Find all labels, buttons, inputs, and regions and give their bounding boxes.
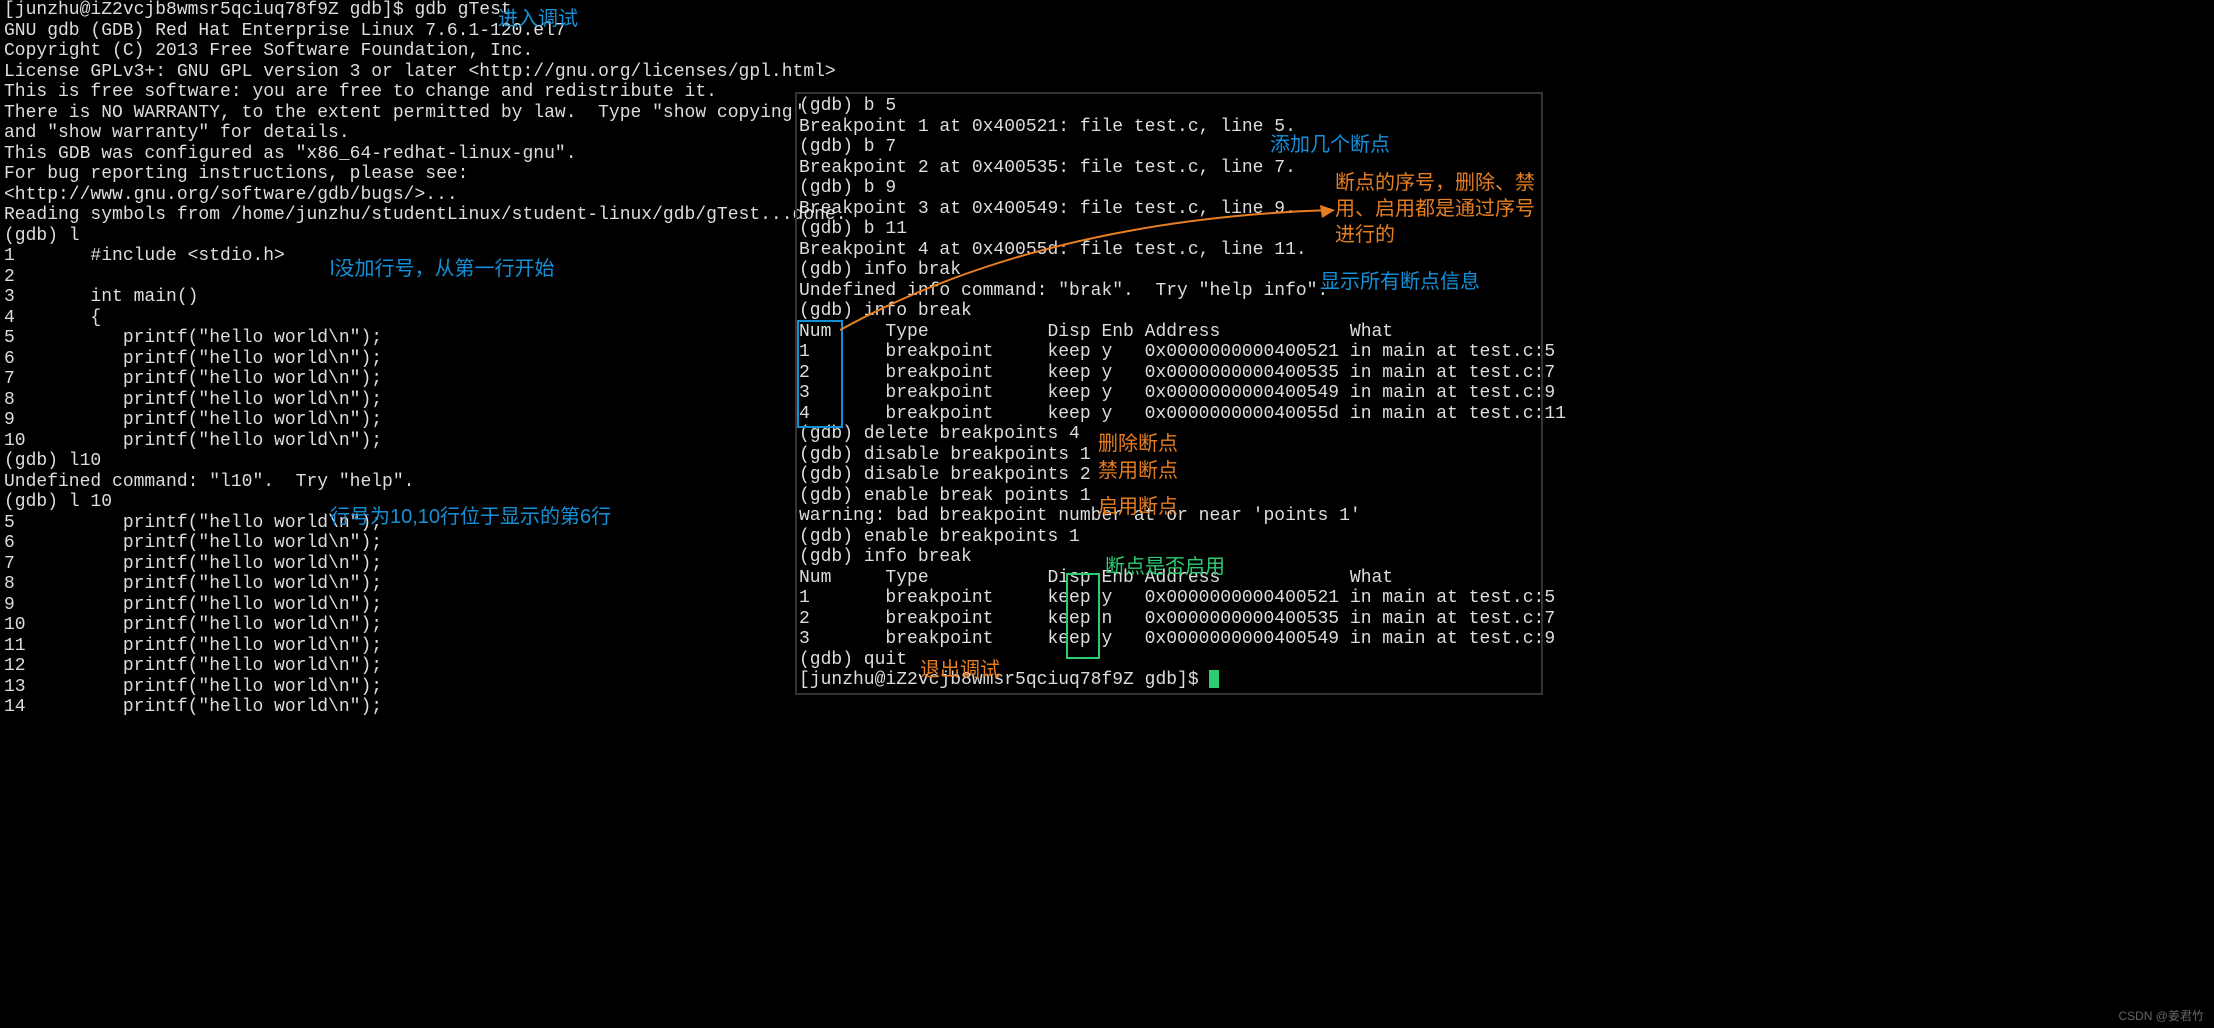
annotation-enter-debug: 进入调试 — [498, 2, 578, 31]
bp-table-row: 3 breakpoint keep y 0x0000000000400549 i… — [799, 629, 1555, 649]
gdb-cmd-info-break: (gdb) info break — [799, 301, 972, 321]
annotation-show-all-bp: 显示所有断点信息 — [1320, 265, 1480, 294]
bp-set-msg: Breakpoint 3 at 0x400549: file test.c, l… — [799, 199, 1296, 219]
gdb-header: and "show warranty" for details. — [4, 123, 350, 143]
source-line: 14 printf("hello world\n"); — [4, 697, 382, 717]
bp-table-header: Num Type Disp Enb Address What — [799, 322, 1393, 342]
bp-table-row: 1 breakpoint keep y 0x0000000000400521 i… — [799, 342, 1555, 362]
annotation-add-bp: 添加几个断点 — [1270, 128, 1390, 157]
source-line: 7 printf("hello world\n"); — [4, 554, 382, 574]
source-line: 4 { — [4, 308, 101, 328]
annotation-en-bp: 启用断点 — [1098, 490, 1178, 519]
gdb-cmd-b7: (gdb) b 7 — [799, 137, 896, 157]
gdb-cmd-l10: (gdb) l 10 — [4, 492, 112, 512]
gdb-warning: warning: bad breakpoint number at or nea… — [799, 506, 1361, 526]
gdb-header: Reading symbols from /home/junzhu/studen… — [4, 205, 847, 225]
annotation-del-bp: 删除断点 — [1098, 427, 1178, 456]
gdb-header: This is free software: you are free to c… — [4, 82, 717, 102]
source-line: 9 printf("hello world\n"); — [4, 410, 382, 430]
source-line: 12 printf("hello world\n"); — [4, 656, 382, 676]
source-line: 6 printf("hello world\n"); — [4, 349, 382, 369]
terminal-left[interactable]: [junzhu@iZ2vcjb8wmsr5qciuq78f9Z gdb]$ gd… — [4, 0, 794, 718]
source-line: 6 printf("hello world\n"); — [4, 533, 382, 553]
source-line: 7 printf("hello world\n"); — [4, 369, 382, 389]
gdb-cmd-delete: (gdb) delete breakpoints 4 — [799, 424, 1080, 444]
source-line: 10 printf("hello world\n"); — [4, 431, 382, 451]
source-line: 5 printf("hello world\n"); — [4, 513, 382, 533]
gdb-header: There is NO WARRANTY, to the extent perm… — [4, 103, 803, 123]
annotation-is-enabled: 断点是否启用 — [1105, 550, 1225, 579]
undef-info: Undefined info command: "brak". Try "hel… — [799, 281, 1328, 301]
gdb-header: GNU gdb (GDB) Red Hat Enterprise Linux 7… — [4, 21, 566, 41]
gdb-header: This GDB was configured as "x86_64-redha… — [4, 144, 577, 164]
source-line: 2 — [4, 267, 15, 287]
shell-prompt: [junzhu@iZ2vcjb8wmsr5qciuq78f9Z gdb]$ gd… — [4, 0, 512, 20]
source-line: 5 printf("hello world\n"); — [4, 328, 382, 348]
gdb-cmd-info-brak: (gdb) info brak — [799, 260, 961, 280]
gdb-header: For bug reporting instructions, please s… — [4, 164, 468, 184]
bp-set-msg: Breakpoint 2 at 0x400535: file test.c, l… — [799, 158, 1296, 178]
gdb-cmd-b9: (gdb) b 9 — [799, 178, 896, 198]
gdb-cmd-disable: (gdb) disable breakpoints 1 — [799, 445, 1091, 465]
bp-set-msg: Breakpoint 1 at 0x400521: file test.c, l… — [799, 117, 1296, 137]
gdb-cmd-enable-bad: (gdb) enable break points 1 — [799, 486, 1091, 506]
source-line: 9 printf("hello world\n"); — [4, 595, 382, 615]
source-line: 11 printf("hello world\n"); — [4, 636, 382, 656]
gdb-cmd-quit: (gdb) quit — [799, 650, 907, 670]
gdb-cmd-disable: (gdb) disable breakpoints 2 — [799, 465, 1091, 485]
gdb-cmd-info-break: (gdb) info break — [799, 547, 972, 567]
gdb-cmd-l10-bad: (gdb) l10 — [4, 451, 101, 471]
bp-table-row: 4 breakpoint keep y 0x000000000040055d i… — [799, 404, 1566, 424]
gdb-header: <http://www.gnu.org/software/gdb/bugs/>.… — [4, 185, 458, 205]
annotation-dis-bp: 禁用断点 — [1098, 454, 1178, 483]
cursor-icon — [1209, 670, 1219, 688]
source-line: 3 int main() — [4, 287, 198, 307]
source-line: 8 printf("hello world\n"); — [4, 574, 382, 594]
annotation-bp-seq: 断点的序号，删除、禁用、启用都是通过序号进行的 — [1335, 170, 1535, 248]
gdb-header: License GPLv3+: GNU GPL version 3 or lat… — [4, 62, 836, 82]
bp-table-row: 2 breakpoint keep y 0x0000000000400535 i… — [799, 363, 1555, 383]
gdb-header: Copyright (C) 2013 Free Software Foundat… — [4, 41, 533, 61]
gdb-cmd-b11: (gdb) b 11 — [799, 219, 907, 239]
source-line: 1 #include <stdio.h> — [4, 246, 285, 266]
annotation-no-line-start: l没加行号，从第一行开始 — [330, 252, 554, 281]
bp-table-header: Num Type Disp Enb Address What — [799, 568, 1393, 588]
bp-set-msg: Breakpoint 4 at 0x40055d: file test.c, l… — [799, 240, 1307, 260]
gdb-cmd-enable: (gdb) enable breakpoints 1 — [799, 527, 1080, 547]
annotation-line10-pos: 行号为10,10行位于显示的第6行 — [330, 500, 611, 529]
source-line: 8 printf("hello world\n"); — [4, 390, 382, 410]
shell-prompt: [junzhu@iZ2vcjb8wmsr5qciuq78f9Z gdb]$ — [799, 670, 1209, 690]
source-line: 13 printf("hello world\n"); — [4, 677, 382, 697]
bp-table-row: 1 breakpoint keep y 0x0000000000400521 i… — [799, 588, 1555, 608]
undef-cmd: Undefined command: "l10". Try "help". — [4, 472, 414, 492]
bp-table-row: 2 breakpoint keep n 0x0000000000400535 i… — [799, 609, 1555, 629]
annotation-quit-debug: 退出调试 — [920, 653, 1000, 682]
watermark: CSDN @姜君竹 — [2118, 1007, 2204, 1024]
gdb-cmd-l: (gdb) l — [4, 226, 80, 246]
source-line: 10 printf("hello world\n"); — [4, 615, 382, 635]
gdb-cmd-b5: (gdb) b 5 — [799, 96, 896, 116]
bp-table-row: 3 breakpoint keep y 0x0000000000400549 i… — [799, 383, 1555, 403]
